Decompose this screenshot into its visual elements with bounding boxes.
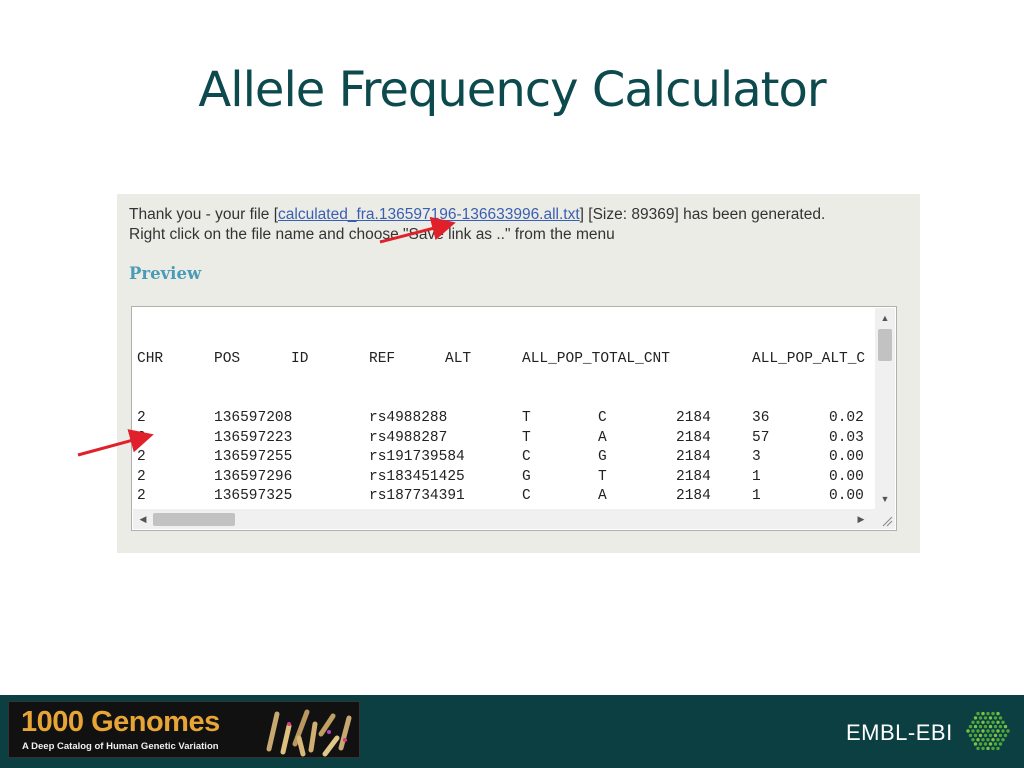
table-cell: 36 <box>752 409 770 426</box>
chromosomes-image <box>266 709 352 757</box>
table-cell: C <box>522 488 531 505</box>
table-cell: 136597255 <box>214 449 293 466</box>
genomes-logo: 1000 Genomes A Deep Catalog of Human Gen… <box>8 701 360 758</box>
table-cell: 2184 <box>676 468 711 485</box>
header-alt: ALT <box>445 351 472 368</box>
horizontal-scroll-thumb[interactable] <box>153 513 235 526</box>
table-cell: A <box>598 488 607 505</box>
table-cell: rs4988288 <box>369 409 448 426</box>
slide-title: Allele Frequency Calculator <box>198 62 826 118</box>
table-cell: T <box>522 409 531 426</box>
header-ref: REF <box>369 351 396 368</box>
file-link[interactable]: calculated_fra.136597196-136633996.all.t… <box>278 206 580 223</box>
table-cell: 0.00 <box>829 449 864 466</box>
preview-heading: Preview <box>129 264 202 283</box>
table-row: 2 136597296 rs183451425 G T 2184 1 0.00 <box>137 468 874 488</box>
table-cell: G <box>522 468 531 485</box>
scroll-down-icon[interactable]: ▼ <box>875 493 895 505</box>
vertical-scrollbar[interactable]: ▲ ▼ <box>875 308 895 510</box>
header-chr: CHR <box>137 351 164 368</box>
scroll-up-icon[interactable]: ▲ <box>875 312 895 324</box>
table-cell: 136597325 <box>214 488 293 505</box>
generation-message: Thank you - your file [calculated_fra.13… <box>129 205 825 245</box>
screenshot-panel: Thank you - your file [calculated_fra.13… <box>117 194 920 553</box>
table-cell: rs191739584 <box>369 449 465 466</box>
table-cell: 136597223 <box>214 429 293 446</box>
scroll-left-icon[interactable]: ◀ <box>133 513 153 525</box>
embl-ebi-label: EMBL-EBI <box>846 720 953 745</box>
table-row: 2 136597325 rs187734391 C A 2184 1 0.00 <box>137 487 874 507</box>
table-cell: 1 <box>752 468 761 485</box>
embl-ebi-logo-icon <box>966 711 1010 751</box>
table-cell: 2184 <box>676 488 711 505</box>
table-cell: C <box>522 449 531 466</box>
resize-grip-icon[interactable] <box>875 509 895 529</box>
message-prefix: Thank you - your file [ <box>129 206 279 223</box>
header-pos: POS <box>214 351 241 368</box>
message-suffix: ] [Size: 89369] has been generated. <box>579 206 826 223</box>
table-cell: C <box>598 409 607 426</box>
header-alt-cnt: ALL_POP_ALT_C <box>752 351 866 368</box>
table-cell: A <box>598 429 607 446</box>
table-cell: T <box>522 429 531 446</box>
table-cell: 0.00 <box>829 488 864 505</box>
table-cell: T <box>598 468 607 485</box>
table-cell: 136597296 <box>214 468 293 485</box>
footer-bar: 1000 Genomes A Deep Catalog of Human Gen… <box>0 695 1024 768</box>
header-total-cnt: ALL_POP_TOTAL_CNT <box>522 351 670 368</box>
scroll-right-icon[interactable]: ▶ <box>851 513 871 525</box>
table-row: 2 136597255 rs191739584 C G 2184 3 0.00 <box>137 448 874 468</box>
table-cell: 0.03 <box>829 429 864 446</box>
table-cell: 0.02 <box>829 409 864 426</box>
table-cell: 136597208 <box>214 409 293 426</box>
table-cell: 0.00 <box>829 468 864 485</box>
horizontal-scrollbar[interactable]: ◀ ▶ <box>133 509 875 529</box>
table-cell: 2 <box>137 449 146 466</box>
table-cell: rs183451425 <box>369 468 465 485</box>
message-line2: Right click on the file name and choose … <box>129 226 615 243</box>
table-cell: 2 <box>137 409 146 426</box>
table-row: 2 136597208 rs4988288 T C 2184 36 0.02 <box>137 409 874 429</box>
header-id: ID <box>291 351 309 368</box>
preview-textarea[interactable]: CHR POS ID REF ALT ALL_POP_TOTAL_CNT ALL… <box>131 306 897 531</box>
table-cell: rs187734391 <box>369 488 465 505</box>
preview-rows: CHR POS ID REF ALT ALL_POP_TOTAL_CNT ALL… <box>137 311 874 509</box>
header-row: CHR POS ID REF ALT ALL_POP_TOTAL_CNT ALL… <box>137 350 874 370</box>
logo-subtitle: A Deep Catalog of Human Genetic Variatio… <box>22 741 219 752</box>
table-cell: 57 <box>752 429 770 446</box>
table-cell: 2184 <box>676 409 711 426</box>
logo-title: 1000 Genomes <box>21 706 220 738</box>
table-cell: 2184 <box>676 429 711 446</box>
table-cell: 2 <box>137 468 146 485</box>
table-cell: 1 <box>752 488 761 505</box>
table-cell: 2184 <box>676 449 711 466</box>
table-cell: 3 <box>752 449 761 466</box>
table-cell: rs4988287 <box>369 429 448 446</box>
table-cell: 2 <box>137 429 146 446</box>
vertical-scroll-thumb[interactable] <box>878 329 892 361</box>
table-cell: 2 <box>137 488 146 505</box>
table-row: 2 136597223 rs4988287 T A 2184 57 0.03 <box>137 429 874 449</box>
table-cell: G <box>598 449 607 466</box>
